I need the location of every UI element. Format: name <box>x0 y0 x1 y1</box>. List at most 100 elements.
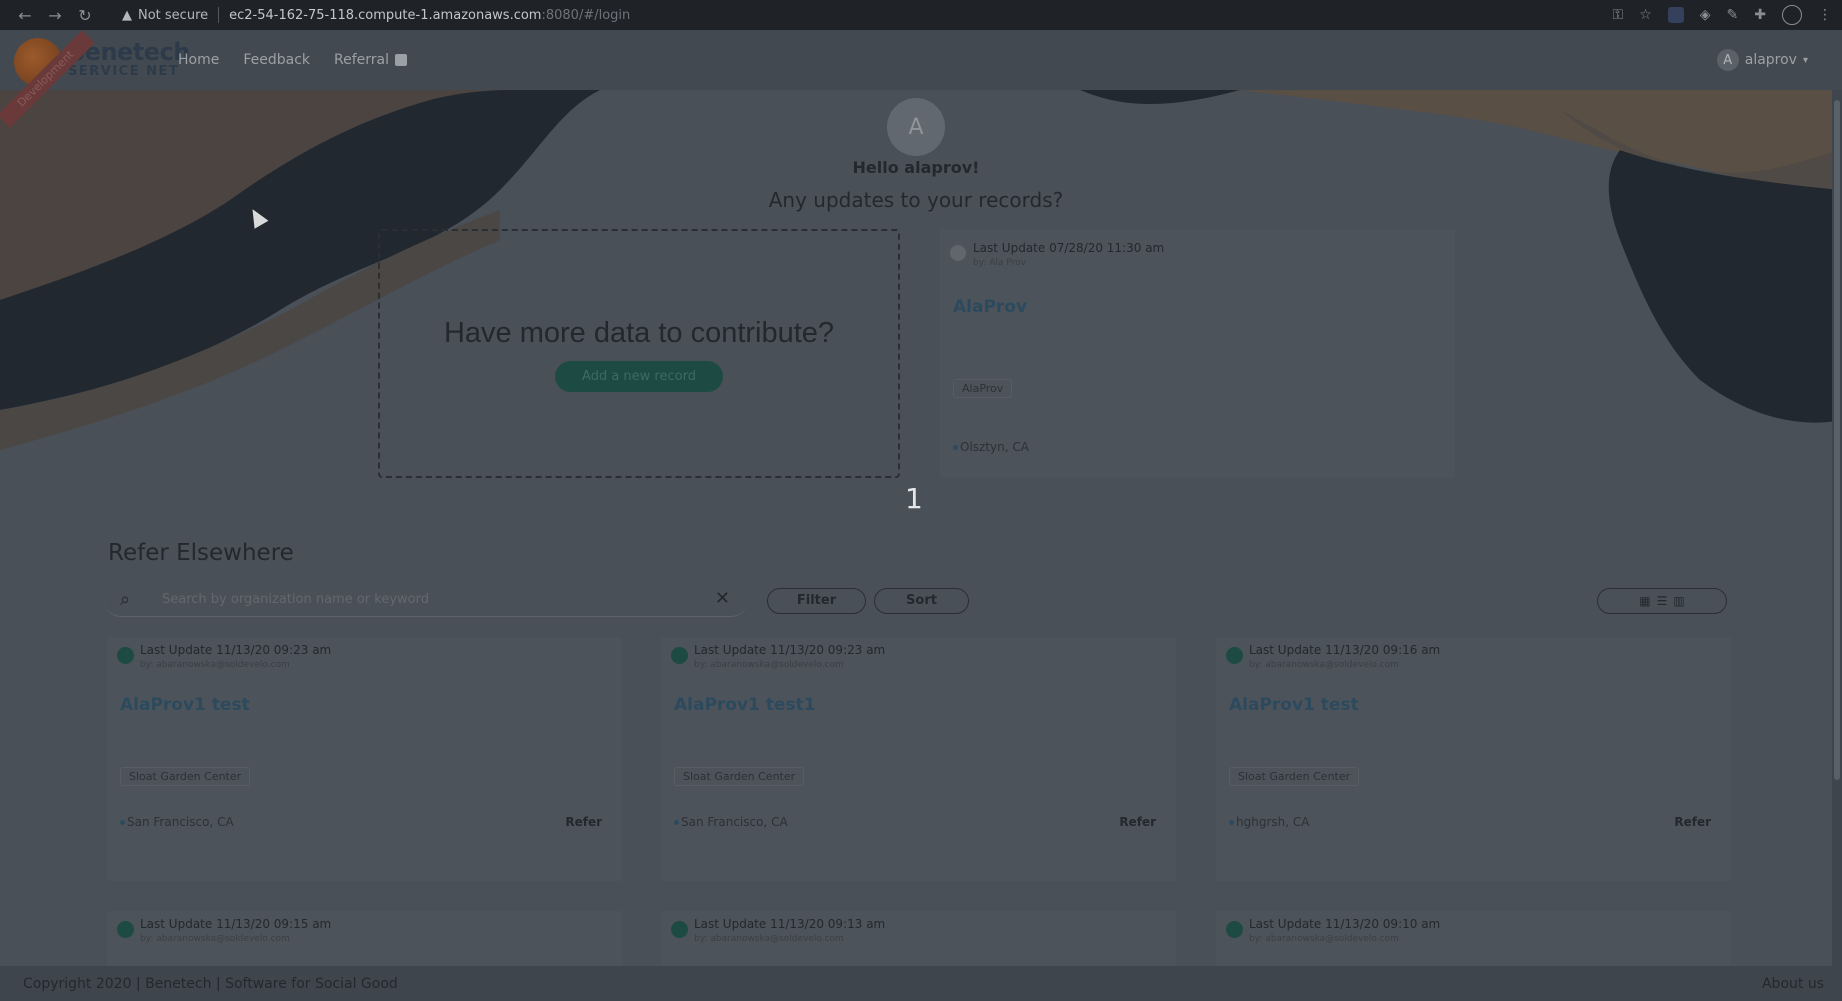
card-name[interactable]: AlaProv1 test <box>120 695 250 715</box>
refer-button[interactable]: Refer <box>565 815 602 829</box>
card-tag: Sloat Garden Center <box>1229 767 1360 786</box>
key-icon[interactable]: ⚿ <box>1613 7 1624 23</box>
card-name[interactable]: AlaProv1 test <box>1229 695 1359 715</box>
profile-icon[interactable] <box>1782 5 1802 25</box>
card-name[interactable]: AlaProv1 test1 <box>674 695 816 715</box>
record-tag: AlaProv <box>953 379 1013 398</box>
card-location-text: San Francisco, CA <box>127 815 234 829</box>
card-tag: Sloat Garden Center <box>120 767 251 786</box>
card-updated-by: by: abaranowska@soldevelo.com <box>694 660 844 670</box>
browser-actions: ⚿ ☆ ◈ ✎ ✚ ⋮ <box>1613 0 1832 30</box>
user-avatar: A <box>1716 49 1739 71</box>
grid-view-icon[interactable]: ▦ <box>1639 594 1650 608</box>
page-scrollbar[interactable] <box>1832 90 1842 966</box>
user-menu[interactable]: A alaprov ▾ <box>1716 30 1808 90</box>
record-card[interactable]: Last Update 11/13/20 09:13 am by: abaran… <box>661 911 1176 966</box>
extension-three-icon[interactable]: ✎ <box>1727 7 1739 23</box>
record-status-icon <box>117 647 134 664</box>
nav-referral-label: Referral <box>334 52 390 68</box>
filter-button[interactable]: Filter <box>767 588 866 614</box>
search-bar[interactable]: ⌕ Search by organization name or keyword… <box>104 583 748 617</box>
search-icon: ⌕ <box>120 589 131 610</box>
record-card[interactable]: Last Update 11/13/20 09:16 am by: abaran… <box>1216 637 1731 881</box>
url-path: :8080/#/login <box>541 7 631 23</box>
record-card[interactable]: Last Update 11/13/20 09:15 am by: abaran… <box>107 911 622 966</box>
card-updated-by: by: abaranowska@soldevelo.com <box>140 934 290 944</box>
menu-icon[interactable]: ⋮ <box>1818 7 1832 23</box>
column-view-icon[interactable]: ▥ <box>1673 594 1684 608</box>
record-location-text: Olsztyn, CA <box>960 440 1029 454</box>
record-status-icon <box>671 921 688 938</box>
card-location: San Francisco, CA <box>120 815 234 829</box>
card-location: San Francisco, CA <box>674 815 788 829</box>
greeting: Hello alaprov! <box>852 158 980 177</box>
nav-referral[interactable]: Referral <box>334 52 408 68</box>
extension-icon[interactable] <box>1667 7 1684 23</box>
url-host: ec2-54-162-75-118.compute-1.amazonaws.co… <box>229 7 542 23</box>
card-last-update: Last Update 11/13/20 09:13 am <box>694 917 886 931</box>
nav-links: Home Feedback Referral <box>178 30 408 90</box>
card-tag: Sloat Garden Center <box>674 767 805 786</box>
search-input[interactable]: Search by organization name or keyword <box>162 592 429 607</box>
not-secure-label[interactable]: Not secure <box>138 8 208 23</box>
records-prompt: Any updates to your records? <box>768 188 1064 212</box>
record-last-update: Last Update 07/28/20 11:30 am <box>973 241 1165 255</box>
extension-two-icon[interactable]: ◈ <box>1700 7 1711 23</box>
card-updated-by: by: abaranowska@soldevelo.com <box>140 660 290 670</box>
record-status-icon <box>1226 921 1243 938</box>
record-card[interactable]: Last Update 11/13/20 09:23 am by: abaran… <box>107 637 622 881</box>
star-icon[interactable]: ☆ <box>1639 7 1652 23</box>
record-status-icon <box>117 921 134 938</box>
card-last-update: Last Update 11/13/20 09:15 am <box>140 917 332 931</box>
layers-icon <box>395 54 408 66</box>
about-us-link[interactable]: About us <box>1762 976 1824 992</box>
card-last-update: Last Update 11/13/20 09:23 am <box>140 643 332 657</box>
record-card[interactable]: Last Update 11/13/20 09:10 am by: abaran… <box>1216 911 1731 966</box>
scrollbar-thumb[interactable] <box>1834 100 1840 780</box>
add-record-button[interactable]: Add a new record <box>555 361 723 392</box>
record-card[interactable]: Last Update 11/13/20 09:23 am by: abaran… <box>661 637 1176 881</box>
card-location-text: San Francisco, CA <box>681 815 788 829</box>
contribute-box: Have more data to contribute? Add a new … <box>378 229 900 478</box>
nav-feedback[interactable]: Feedback <box>243 52 310 68</box>
app-navbar: benetech SERVICE NET Home Feedback Refer… <box>0 30 1842 90</box>
record-updated-by: by: Ala Prov <box>973 258 1026 268</box>
refer-button[interactable]: Refer <box>1674 815 1711 829</box>
back-icon[interactable]: ← <box>10 6 40 25</box>
caret-down-icon: ▾ <box>1802 54 1808 66</box>
url-separator <box>218 7 220 23</box>
record-status-icon <box>950 245 966 261</box>
section-title: Refer Elsewhere <box>108 540 294 566</box>
card-location: hghgrsh, CA <box>1229 815 1309 829</box>
record-status-icon <box>671 647 688 664</box>
record-location: Olsztyn, CA <box>953 440 1029 454</box>
sort-button[interactable]: Sort <box>874 588 969 614</box>
forward-icon[interactable]: → <box>40 6 70 25</box>
card-updated-by: by: abaranowska@soldevelo.com <box>1249 934 1399 944</box>
location-pin-icon <box>1229 820 1234 825</box>
copyright-text: Copyright 2020 | Benetech | Software for… <box>23 975 398 992</box>
clear-icon[interactable]: ✕ <box>715 588 730 609</box>
reload-icon[interactable]: ↻ <box>70 6 100 25</box>
refer-button[interactable]: Refer <box>1119 815 1156 829</box>
hero-background <box>0 90 1842 530</box>
nav-home[interactable]: Home <box>178 52 219 68</box>
view-toggle[interactable]: ▦ ☰ ▥ <box>1597 588 1727 614</box>
list-view-icon[interactable]: ☰ <box>1657 594 1668 608</box>
card-location-text: hghgrsh, CA <box>1236 815 1310 829</box>
browser-toolbar: ← → ↻ ▲ Not secure ec2-54-162-75-118.com… <box>0 0 1842 30</box>
contribute-question: Have more data to contribute? <box>443 317 835 349</box>
page-footer: Copyright 2020 | Benetech | Software for… <box>0 966 1842 1001</box>
card-last-update: Last Update 11/13/20 09:10 am <box>1249 917 1441 931</box>
record-name[interactable]: AlaProv <box>953 297 1027 317</box>
warning-icon[interactable]: ▲ <box>122 8 132 23</box>
puzzle-icon[interactable]: ✚ <box>1754 7 1766 23</box>
my-record-card[interactable]: Last Update 07/28/20 11:30 am by: Ala Pr… <box>940 229 1455 478</box>
location-pin-icon <box>674 820 679 825</box>
record-status-icon <box>1226 647 1243 664</box>
wave-decoration <box>0 90 1842 450</box>
card-updated-by: by: abaranowska@soldevelo.com <box>694 934 844 944</box>
page-number[interactable]: 1 <box>905 482 923 515</box>
location-pin-icon <box>120 820 125 825</box>
address-bar[interactable]: ec2-54-162-75-118.compute-1.amazonaws.co… <box>229 8 630 23</box>
